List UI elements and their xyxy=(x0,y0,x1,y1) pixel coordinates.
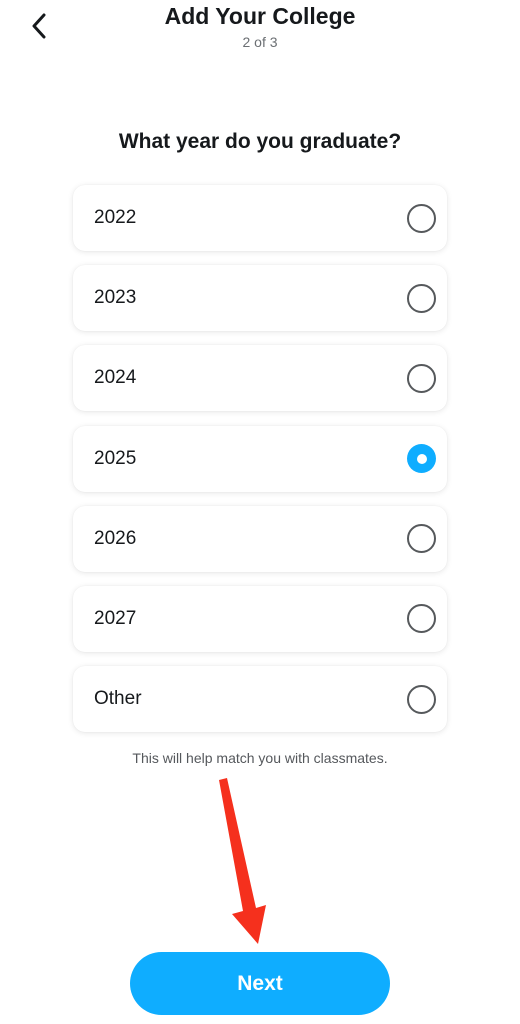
option-label: 2027 xyxy=(94,607,137,629)
radio-button[interactable] xyxy=(407,684,436,714)
page-title: Add Your College xyxy=(164,3,356,29)
option-2022[interactable]: 2022 xyxy=(73,185,447,251)
option-2026[interactable]: 2026 xyxy=(73,505,447,572)
radio-button[interactable] xyxy=(407,604,436,634)
radio-button[interactable] xyxy=(407,363,436,393)
year-options-list: 2022 2023 2024 2025 2026 2027 Other xyxy=(73,185,447,746)
question-heading: What year do you graduate? xyxy=(118,130,402,153)
option-label: Other xyxy=(94,688,142,710)
radio-button[interactable] xyxy=(407,203,436,233)
option-2025[interactable]: 2025 xyxy=(73,425,447,492)
helper-text: This will help match you with classmates… xyxy=(132,750,388,766)
option-2027[interactable]: 2027 xyxy=(73,585,447,652)
option-label: 2024 xyxy=(94,367,137,389)
radio-dot xyxy=(416,453,427,464)
option-label: 2025 xyxy=(94,447,137,469)
radio-button[interactable] xyxy=(407,444,436,474)
option-other[interactable]: Other xyxy=(73,666,447,733)
next-button[interactable]: Next xyxy=(130,952,390,1015)
option-2024[interactable]: 2024 xyxy=(73,345,447,412)
option-2023[interactable]: 2023 xyxy=(73,265,447,332)
header: Add Your College 2 of 3 xyxy=(0,0,520,60)
step-indicator: 2 of 3 xyxy=(242,34,278,50)
radio-button[interactable] xyxy=(407,283,436,313)
option-label: 2022 xyxy=(94,207,137,228)
radio-button[interactable] xyxy=(407,524,436,554)
option-label: 2026 xyxy=(94,527,137,549)
option-label: 2023 xyxy=(94,287,137,309)
